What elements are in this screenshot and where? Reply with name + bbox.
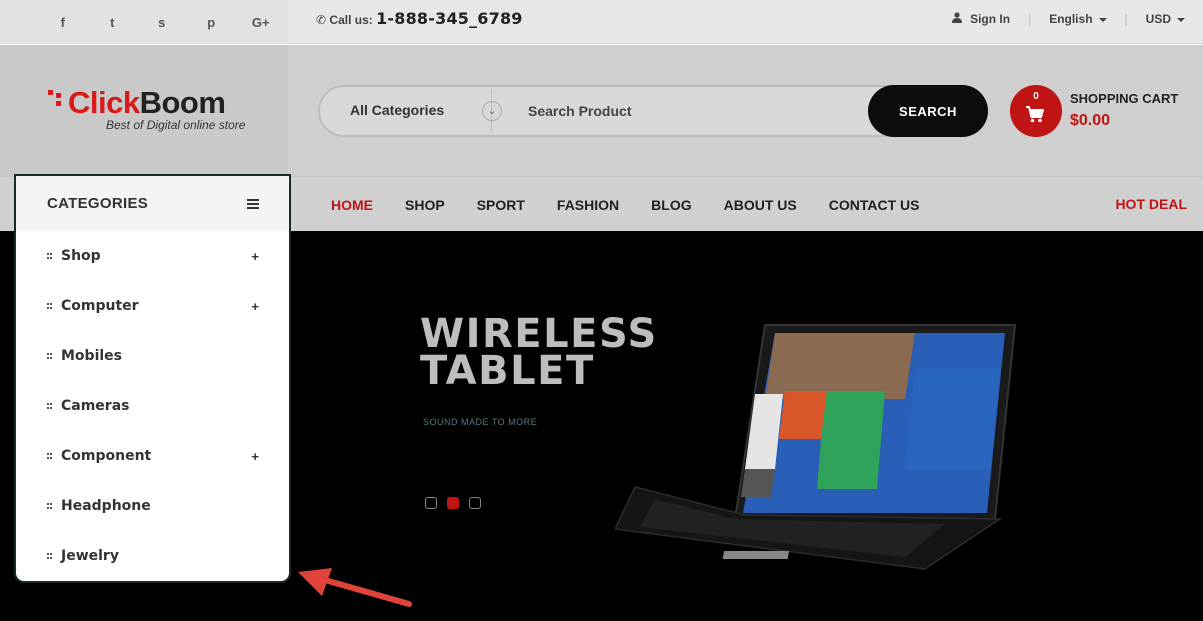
annotation-arrow-icon [298, 568, 412, 607]
cart-badge[interactable]: 0 [1010, 85, 1062, 137]
category-item-shop[interactable]: Shop + [16, 231, 289, 281]
grid-bullet-icon [47, 453, 52, 459]
phone-number[interactable]: 1-888-345_6789 [376, 9, 523, 28]
nav-contact-us[interactable]: CONTACT US [829, 197, 920, 213]
nav-about-us[interactable]: ABOUT US [724, 197, 797, 213]
grid-bullet-icon [47, 403, 52, 409]
grid-bullet-icon [47, 353, 52, 359]
logo-dots-icon [48, 90, 66, 108]
skype-icon[interactable]: s [137, 15, 187, 30]
banner-subtitle: SOUND MADE TO MORE [423, 417, 538, 427]
account-links: Sign In | English | USD [952, 12, 1185, 26]
logo-click: Click [68, 85, 140, 120]
expand-plus-icon[interactable]: + [251, 249, 259, 264]
social-links: f t s p G+ [0, 0, 288, 44]
category-item-jewelry[interactable]: Jewelry [16, 531, 289, 581]
sign-in-link[interactable]: Sign In [970, 12, 1010, 26]
nav-blog[interactable]: BLOG [651, 197, 691, 213]
logo-tagline: Best of Digital online store [106, 118, 246, 132]
categories-list: Shop + Computer + Mobiles Cameras Compon… [16, 231, 289, 581]
category-label: Component [61, 448, 152, 464]
google-plus-icon[interactable]: G+ [236, 15, 286, 30]
top-bar: f t s p G+ ✆ Call us: 1-888-345_6789 Sig… [0, 0, 1203, 44]
category-label: Cameras [61, 398, 130, 414]
currency-select[interactable]: USD [1146, 12, 1185, 26]
search-bar: All Categories ⌄ SEARCH [318, 85, 988, 137]
chevron-down-icon [1098, 17, 1107, 22]
search-button[interactable]: SEARCH [868, 85, 988, 137]
category-item-component[interactable]: Component + [16, 431, 289, 481]
call-label: Call us: [329, 13, 373, 27]
language-select[interactable]: English [1049, 12, 1107, 26]
call-us: ✆ Call us: 1-888-345_6789 [316, 9, 523, 28]
facebook-icon[interactable]: f [38, 15, 88, 30]
category-item-computer[interactable]: Computer + [16, 281, 289, 331]
categories-header[interactable]: CATEGORIES [16, 176, 289, 231]
categories-title: CATEGORIES [47, 195, 149, 212]
nav-home[interactable]: HOME [331, 197, 373, 213]
nav-fashion[interactable]: FASHION [557, 197, 619, 213]
grid-bullet-icon [47, 553, 52, 559]
chevron-down-icon [1177, 17, 1185, 22]
pinterest-icon[interactable]: p [187, 15, 237, 30]
slide-dot[interactable] [469, 497, 481, 509]
currency-label: USD [1145, 12, 1171, 26]
slider-dots [425, 497, 481, 509]
expand-plus-icon[interactable]: + [251, 449, 259, 464]
cart-title: SHOPPING CART [1070, 91, 1179, 106]
twitter-icon[interactable]: t [88, 15, 138, 30]
category-select[interactable]: All Categories [350, 102, 444, 118]
grid-bullet-icon [47, 503, 52, 509]
language-label: English [1049, 12, 1093, 26]
cart-icon [1026, 106, 1044, 123]
cart-count: 0 [1033, 91, 1039, 102]
search-input[interactable] [528, 100, 848, 122]
grid-bullet-icon [47, 303, 52, 309]
category-label: Headphone [61, 498, 151, 514]
nav-shop[interactable]: SHOP [405, 197, 445, 213]
cart-total: $0.00 [1070, 112, 1111, 129]
user-icon [952, 12, 963, 26]
nav-sport[interactable]: SPORT [477, 197, 525, 213]
header: Click Boom Best of Digital online store A… [0, 45, 1203, 176]
categories-panel: CATEGORIES Shop + Computer + Mobiles Cam… [16, 176, 289, 581]
category-label: Shop [61, 248, 101, 264]
category-label: Jewelry [61, 548, 119, 564]
divider: | [1028, 12, 1032, 26]
logo-boom: Boom [139, 85, 226, 120]
slide-dot[interactable] [425, 497, 437, 509]
slide-dot-active[interactable] [447, 497, 459, 509]
logo[interactable]: Click Boom Best of Digital online store [48, 85, 245, 132]
divider: | [1124, 12, 1128, 26]
hamburger-menu-icon[interactable] [247, 198, 259, 209]
category-label: Mobiles [61, 348, 122, 364]
tablet-image [615, 324, 1017, 570]
grid-bullet-icon [47, 253, 52, 259]
category-item-cameras[interactable]: Cameras [16, 381, 289, 431]
category-item-mobiles[interactable]: Mobiles [16, 331, 289, 381]
category-label: Computer [61, 298, 139, 314]
category-item-headphone[interactable]: Headphone [16, 481, 289, 531]
nav-hot-deal[interactable]: HOT DEAL [1115, 196, 1187, 212]
chevron-down-icon[interactable]: ⌄ [482, 101, 502, 121]
logo-area: Click Boom Best of Digital online store [0, 45, 288, 176]
phone-icon: ✆ [316, 13, 327, 27]
expand-plus-icon[interactable]: + [251, 299, 259, 314]
